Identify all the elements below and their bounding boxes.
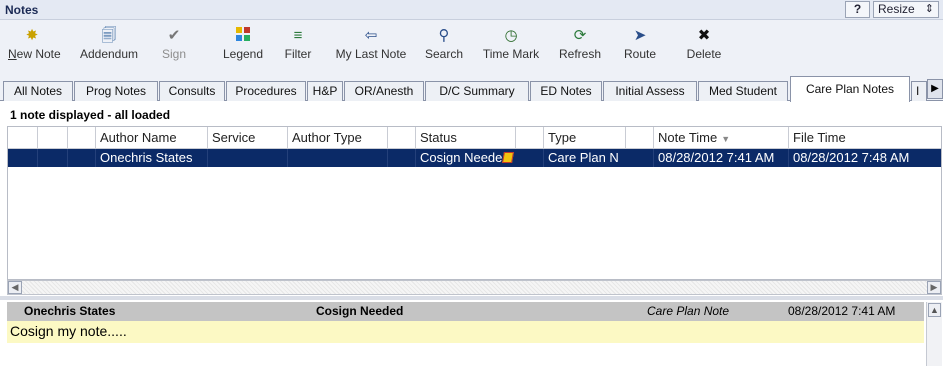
pane-splitter[interactable] xyxy=(0,296,943,300)
preview-vertical-scrollbar[interactable]: ▲ xyxy=(926,302,942,366)
row-cell-blank-2 xyxy=(38,149,68,167)
tab-overflow[interactable]: I xyxy=(911,81,927,101)
title-bar: Notes ? Resize ⇕ xyxy=(0,0,943,20)
tab-consults[interactable]: Consults xyxy=(159,81,225,101)
column-blank-4[interactable] xyxy=(388,127,416,149)
row-file-time: 08/28/2012 7:48 AM xyxy=(793,150,910,165)
sign-button[interactable]: ✔ Sign xyxy=(160,26,188,66)
refresh-label: Refresh xyxy=(558,47,602,61)
refresh-button[interactable]: ⟳ Refresh xyxy=(556,26,604,66)
window-title: Notes xyxy=(5,3,39,17)
refresh-icon: ⟳ xyxy=(573,27,587,44)
cosign-needed-icon xyxy=(502,152,515,163)
column-type[interactable]: Type xyxy=(544,127,626,149)
preview-author: Onechris States xyxy=(24,304,116,318)
note-tabs: All Notes Prog Notes Consults Procedures… xyxy=(0,76,943,102)
delete-button[interactable]: ✖ Delete xyxy=(684,26,724,66)
column-author-type[interactable]: Author Type xyxy=(288,127,388,149)
column-author-name[interactable]: Author Name xyxy=(96,127,208,149)
delete-label: Delete xyxy=(686,47,722,61)
table-row[interactable]: Onechris States Cosign Neede Care Plan N… xyxy=(8,149,941,167)
tab-h-and-p[interactable]: H&P xyxy=(307,81,343,101)
checkmark-icon: ✔ xyxy=(167,27,181,44)
row-cell-blank-4 xyxy=(388,149,416,167)
scroll-right-icon[interactable]: ▶ xyxy=(927,281,941,294)
note-preview: Onechris States Cosign Needed Care Plan … xyxy=(7,302,924,366)
notes-grid: Author Name Service Author Type Status T… xyxy=(7,126,942,280)
sort-descending-icon: ▼ xyxy=(721,134,731,144)
legend-label: Legend xyxy=(222,47,264,61)
scroll-left-icon[interactable]: ◀ xyxy=(8,281,22,294)
column-blank-2[interactable] xyxy=(38,127,68,149)
column-blank-1[interactable] xyxy=(8,127,38,149)
notes-count-label: 1 note displayed - all loaded xyxy=(10,108,171,122)
column-file-time[interactable]: File Time xyxy=(789,127,941,149)
tab-procedures[interactable]: Procedures xyxy=(226,81,306,101)
tab-ed-notes[interactable]: ED Notes xyxy=(530,81,602,101)
close-icon: ✖ xyxy=(697,27,711,44)
clock-icon: ◷ xyxy=(504,27,518,44)
left-arrow-icon: ⇦ xyxy=(364,27,378,44)
row-author-type xyxy=(288,149,388,167)
grid-horizontal-scrollbar[interactable]: ◀ ▶ xyxy=(7,280,942,295)
help-button[interactable]: ? xyxy=(845,1,870,18)
row-cell-blank-3 xyxy=(68,149,96,167)
search-button[interactable]: ⚲ Search xyxy=(422,26,466,66)
sign-label: Sign xyxy=(161,47,187,61)
tab-initial-assess[interactable]: Initial Assess xyxy=(603,81,697,101)
route-button[interactable]: ➤ Route xyxy=(622,26,658,66)
new-note-button[interactable]: ✸ New Note xyxy=(8,26,61,66)
filter-button[interactable]: ≡ Filter xyxy=(284,26,312,66)
row-service xyxy=(208,149,288,167)
my-last-note-label: My Last Note xyxy=(335,47,407,61)
resize-button[interactable]: Resize ⇕ xyxy=(873,1,939,18)
time-mark-button[interactable]: ◷ Time Mark xyxy=(482,26,540,66)
column-status[interactable]: Status xyxy=(416,127,516,149)
tab-or-anesth[interactable]: OR/Anesth xyxy=(344,81,424,101)
column-blank-6[interactable] xyxy=(626,127,654,149)
tab-care-plan-notes[interactable]: Care Plan Notes xyxy=(790,76,910,102)
row-status-label: Cosign Neede xyxy=(420,150,503,165)
row-status: Cosign Neede xyxy=(416,149,544,167)
preview-time: 08/28/2012 7:41 AM xyxy=(788,304,896,318)
new-note-label: New Note xyxy=(8,47,61,61)
addendum-button[interactable]: 🗐 Addendum xyxy=(76,26,142,66)
column-service[interactable]: Service xyxy=(208,127,288,149)
search-label: Search xyxy=(424,47,464,61)
my-last-note-button[interactable]: ⇦ My Last Note xyxy=(332,26,410,66)
column-blank-3[interactable] xyxy=(68,127,96,149)
legend-icon xyxy=(218,26,268,45)
note-time-header-label: Note Time xyxy=(658,130,718,145)
column-note-time[interactable]: Note Time ▼ xyxy=(654,127,789,149)
row-cell-blank-1 xyxy=(8,149,38,167)
tab-all-notes[interactable]: All Notes xyxy=(3,81,73,101)
preview-status: Cosign Needed xyxy=(316,304,404,318)
toolbar: ✸ New Note 🗐 Addendum ✔ Sign Legend ≡ Fi… xyxy=(0,20,943,76)
filter-label: Filter xyxy=(284,47,312,61)
tab-med-student[interactable]: Med Student xyxy=(698,81,788,101)
row-type: Care Plan N xyxy=(544,149,654,167)
new-note-icon: ✸ xyxy=(25,27,39,44)
search-icon: ⚲ xyxy=(438,27,450,44)
preview-header: Onechris States Cosign Needed Care Plan … xyxy=(7,302,924,321)
row-note-time: 08/28/2012 7:41 AM xyxy=(654,149,789,167)
preview-note-text: Cosign my note..... xyxy=(7,321,924,343)
tab-prog-notes[interactable]: Prog Notes xyxy=(74,81,158,101)
resize-arrows-icon: ⇕ xyxy=(924,3,934,15)
tab-scroll-right-icon[interactable]: ▶ xyxy=(927,79,943,99)
route-icon: ➤ xyxy=(633,27,647,44)
addendum-icon: 🗐 xyxy=(101,27,117,44)
scroll-up-icon[interactable]: ▲ xyxy=(928,303,941,317)
legend-button[interactable]: Legend xyxy=(218,26,268,66)
addendum-label: Addendum xyxy=(79,47,139,61)
tab-dc-summary[interactable]: D/C Summary xyxy=(425,81,529,101)
preview-note-type: Care Plan Note xyxy=(647,304,730,318)
row-author-name: Onechris States xyxy=(96,149,208,167)
time-mark-label: Time Mark xyxy=(482,47,540,61)
resize-label: Resize xyxy=(878,2,915,16)
column-blank-5[interactable] xyxy=(516,127,544,149)
filter-icon: ≡ xyxy=(293,27,303,44)
route-label: Route xyxy=(623,47,657,61)
grid-header: Author Name Service Author Type Status T… xyxy=(8,127,941,149)
